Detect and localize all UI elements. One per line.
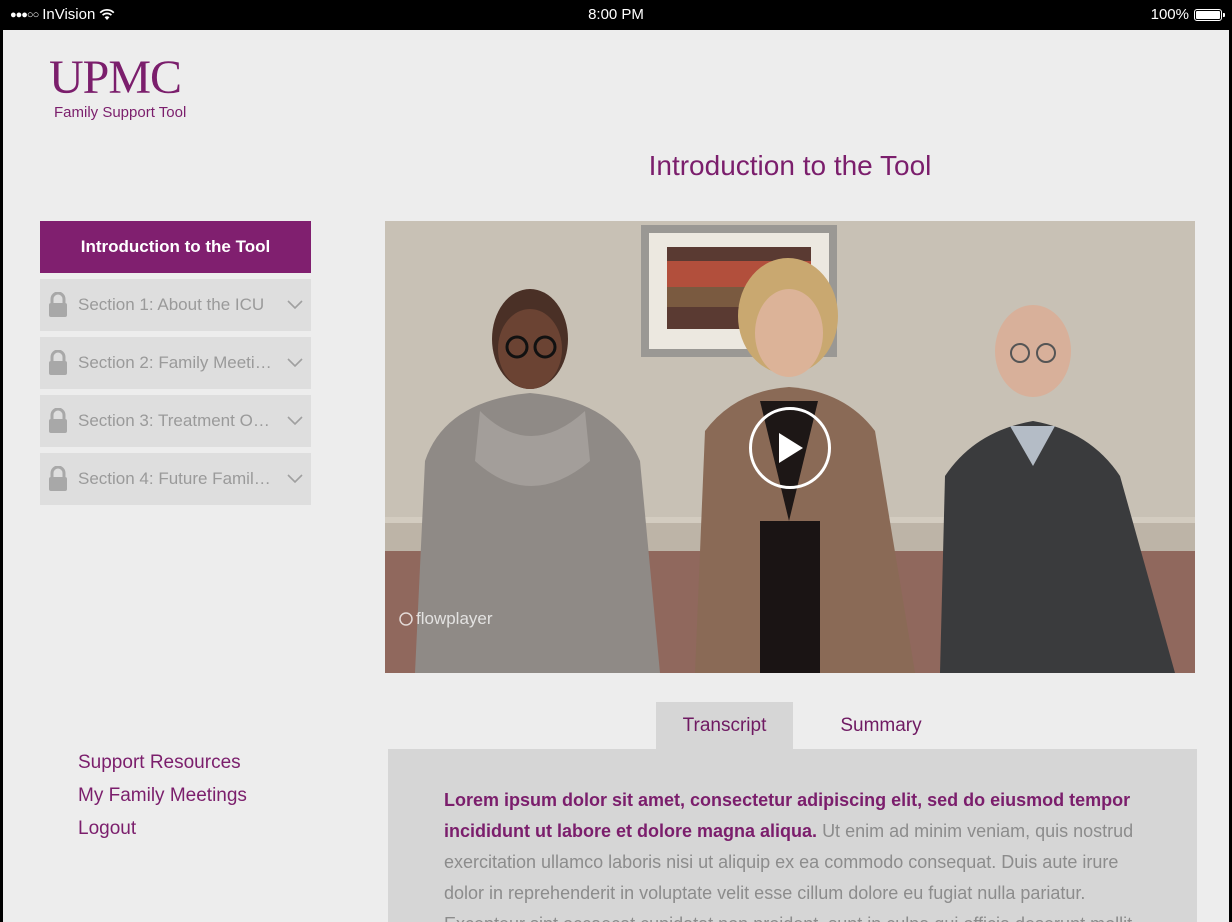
logo-subtitle: Family Support Tool — [54, 104, 187, 121]
play-button[interactable] — [749, 407, 831, 489]
sidebar-nav: Introduction to the Tool Section 1: Abou… — [40, 221, 311, 511]
chevron-down-icon[interactable] — [279, 300, 311, 310]
nav-item-section-2[interactable]: Section 2: Family Meetings — [40, 337, 311, 389]
tab-summary[interactable]: Summary — [793, 702, 969, 749]
play-icon — [779, 433, 803, 463]
logo[interactable]: UPMC Family Support Tool — [49, 51, 187, 122]
lock-icon — [48, 466, 70, 492]
nav-item-introduction[interactable]: Introduction to the Tool — [40, 221, 311, 273]
page-title: Introduction to the Tool — [648, 150, 932, 181]
content-tabs: Transcript Summary — [656, 702, 969, 749]
tab-transcript[interactable]: Transcript — [656, 702, 793, 749]
lock-icon — [48, 350, 70, 376]
logo-wordmark: UPMC — [49, 51, 182, 104]
nav-item-label: Introduction to the Tool — [80, 237, 271, 256]
logout-link[interactable]: Logout — [78, 818, 247, 840]
video-player[interactable]: flowplayer — [385, 221, 1195, 673]
account-links: Support Resources My Family Meetings Log… — [78, 752, 247, 851]
support-resources-link[interactable]: Support Resources — [78, 752, 247, 774]
nav-item-label: Section 4: Future Family Meetings — [78, 469, 279, 488]
battery-icon — [1194, 8, 1225, 21]
my-family-meetings-link[interactable]: My Family Meetings — [78, 785, 247, 807]
chevron-down-icon[interactable] — [279, 416, 311, 426]
nav-item-section-3[interactable]: Section 3: Treatment Options — [40, 395, 311, 447]
lock-icon — [48, 408, 70, 434]
nav-item-label: Section 3: Treatment Options — [78, 411, 279, 430]
watermark-text: flowplayer — [416, 609, 493, 628]
status-bar: ●●●○○ InVision 8:00 PM 100% — [0, 0, 1232, 30]
lock-icon — [48, 292, 70, 318]
clock: 8:00 PM — [588, 6, 644, 23]
nav-item-section-4[interactable]: Section 4: Future Family Meetings — [40, 453, 311, 505]
status-right: 100% — [1150, 6, 1225, 23]
app-window: UPMC Family Support Tool Introduction to… — [3, 30, 1229, 922]
flowplayer-logo-icon — [399, 612, 413, 626]
transcript-text: Lorem ipsum dolor sit amet, consectetur … — [444, 785, 1141, 922]
transcript-panel: Lorem ipsum dolor sit amet, consectetur … — [388, 749, 1197, 922]
nav-item-label: Section 1: About the ICU — [78, 295, 265, 314]
battery-percent: 100% — [1150, 6, 1189, 23]
chevron-down-icon[interactable] — [279, 358, 311, 368]
video-watermark: flowplayer — [399, 609, 493, 629]
chevron-down-icon[interactable] — [279, 474, 311, 484]
nav-item-label: Section 2: Family Meetings — [78, 353, 279, 372]
nav-item-section-1[interactable]: Section 1: About the ICU — [40, 279, 311, 331]
